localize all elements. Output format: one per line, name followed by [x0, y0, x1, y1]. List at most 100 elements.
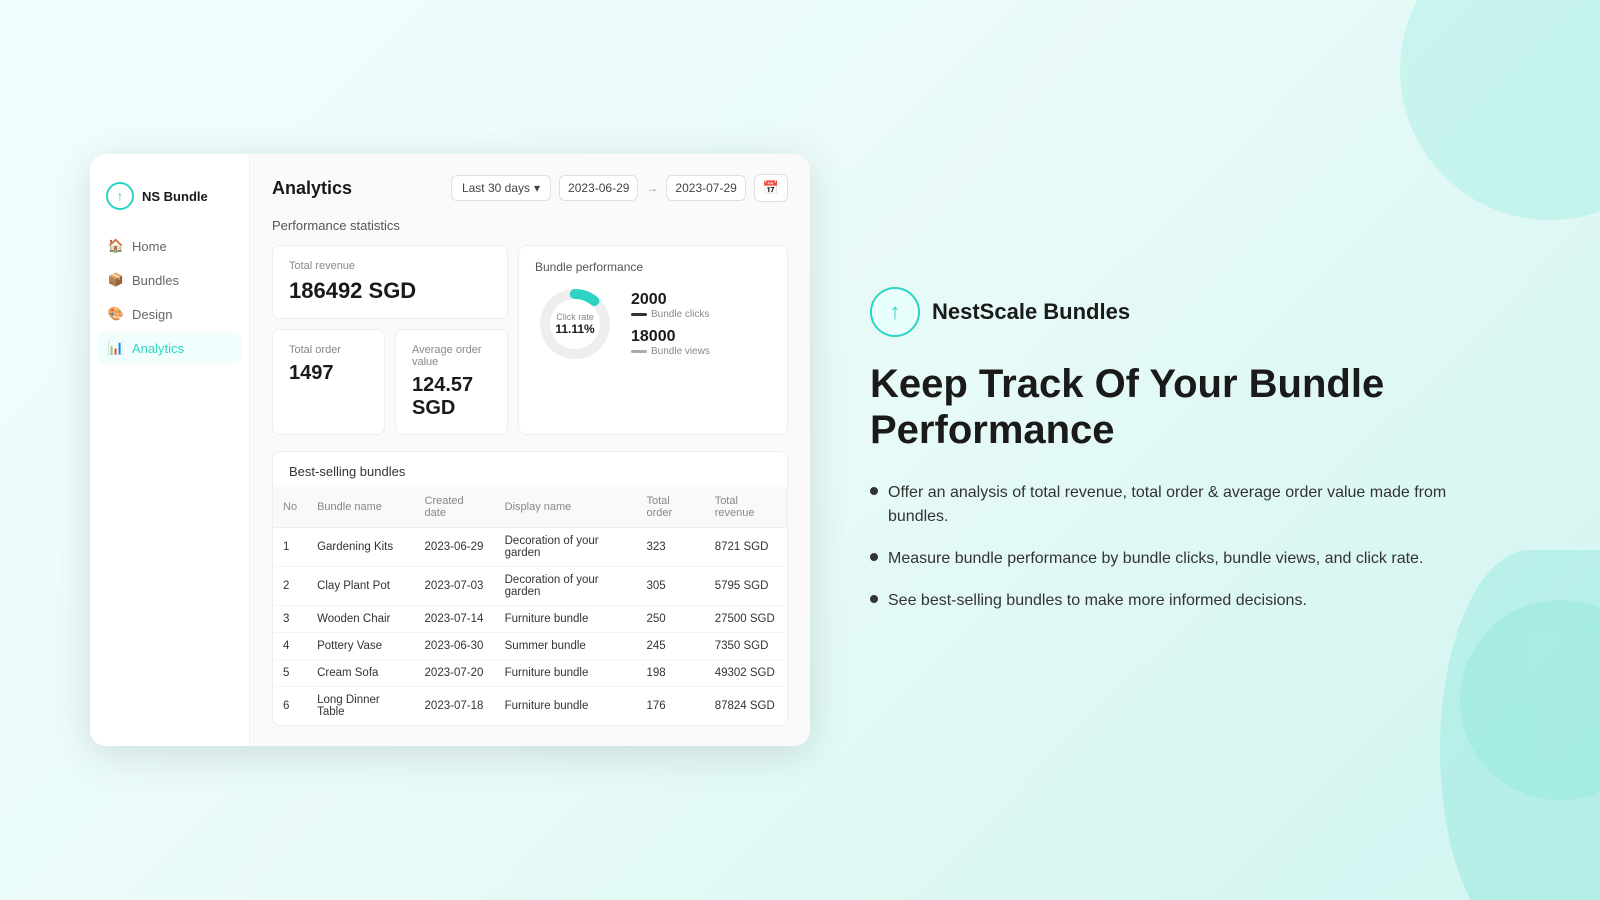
- table-body: 1 Gardening Kits 2023-06-29 Decoration o…: [273, 528, 787, 726]
- sidebar-item-bundles[interactable]: 📦 Bundles: [98, 264, 241, 296]
- bullet-text-1: Offer an analysis of total revenue, tota…: [888, 481, 1510, 529]
- total-revenue-label: Total revenue: [289, 260, 491, 272]
- analytics-icon: 📊: [108, 340, 124, 356]
- cell-total-order: 305: [636, 567, 704, 606]
- bullet-text-2: Measure bundle performance by bundle cli…: [888, 547, 1423, 571]
- date-separator: →: [646, 181, 658, 195]
- sidebar: ↑ NS Bundle 🏠 Home 📦 Bundles 🎨 Design 📊: [90, 154, 250, 746]
- bullet-item-3: See best-selling bundles to make more in…: [870, 589, 1510, 613]
- sidebar-item-home[interactable]: 🏠 Home: [98, 230, 241, 262]
- sidebar-item-design[interactable]: 🎨 Design: [98, 298, 241, 330]
- click-rate-value: 11.11%: [555, 322, 594, 336]
- table-header-row: No Bundle name Created date Display name…: [273, 487, 787, 528]
- cell-total-order: 198: [636, 660, 704, 687]
- cell-created-date: 2023-07-03: [415, 567, 495, 606]
- sidebar-item-analytics[interactable]: 📊 Analytics: [98, 332, 241, 364]
- bullet-text-3: See best-selling bundles to make more in…: [888, 589, 1307, 613]
- col-no: No: [273, 487, 307, 528]
- date-start-input[interactable]: 2023-06-29: [559, 175, 638, 201]
- avg-order-value: 124.57 SGD: [412, 374, 491, 420]
- home-icon: 🏠: [108, 238, 124, 254]
- app-logo: ↑ NS Bundle: [90, 174, 249, 230]
- cell-display-name: Furniture bundle: [495, 606, 637, 633]
- cell-created-date: 2023-06-30: [415, 633, 495, 660]
- cell-no: 5: [273, 660, 307, 687]
- small-stats-row: Total order 1497 Average order value 124…: [272, 329, 508, 435]
- cell-total-revenue: 5795 SGD: [705, 567, 787, 606]
- bullet-dot-2: [870, 553, 878, 561]
- cell-no: 4: [273, 633, 307, 660]
- marketing-bullets: Offer an analysis of total revenue, tota…: [870, 481, 1510, 613]
- bundle-clicks-dot: [631, 313, 647, 316]
- date-controls: Last 30 days ▾ 2023-06-29 → 2023-07-29 📅: [451, 174, 788, 202]
- col-bundle-name: Bundle name: [307, 487, 414, 528]
- table-row: 5 Cream Sofa 2023-07-20 Furniture bundle…: [273, 660, 787, 687]
- cell-created-date: 2023-07-20: [415, 660, 495, 687]
- col-display-name: Display name: [495, 487, 637, 528]
- cell-no: 6: [273, 687, 307, 726]
- total-revenue-card: Total revenue 186492 SGD: [272, 245, 508, 319]
- cell-display-name: Furniture bundle: [495, 660, 637, 687]
- cell-total-revenue: 27500 SGD: [705, 606, 787, 633]
- app-name: NS Bundle: [142, 189, 208, 204]
- total-order-value: 1497: [289, 362, 368, 385]
- performance-section-title: Performance statistics: [272, 218, 788, 233]
- cell-bundle-name: Cream Sofa: [307, 660, 414, 687]
- donut-chart: Click rate 11.11%: [535, 284, 615, 364]
- bundles-icon: 📦: [108, 272, 124, 288]
- bullet-dot-1: [870, 487, 878, 495]
- stats-grid: Total revenue 186492 SGD Total order 149…: [272, 245, 788, 435]
- page-title: Analytics: [272, 178, 352, 199]
- sidebar-item-label-home: Home: [132, 239, 167, 254]
- bundle-metrics: 2000 Bundle clicks 18000 Bund: [631, 291, 710, 357]
- bullet-dot-3: [870, 595, 878, 603]
- calendar-icon[interactable]: 📅: [754, 174, 788, 202]
- cell-no: 2: [273, 567, 307, 606]
- total-order-label: Total order: [289, 344, 368, 356]
- bundle-perf-title: Bundle performance: [535, 260, 771, 274]
- brand-row: ↑ NestScale Bundles: [870, 287, 1510, 337]
- table-row: 2 Clay Plant Pot 2023-07-03 Decoration o…: [273, 567, 787, 606]
- cell-bundle-name: Long Dinner Table: [307, 687, 414, 726]
- date-range-button[interactable]: Last 30 days ▾: [451, 175, 551, 201]
- app-window: ↑ NS Bundle 🏠 Home 📦 Bundles 🎨 Design 📊: [90, 154, 810, 746]
- table-row: 6 Long Dinner Table 2023-07-18 Furniture…: [273, 687, 787, 726]
- bundle-views-label: Bundle views: [631, 346, 710, 357]
- col-total-revenue: Total revenue: [705, 487, 787, 528]
- bundle-performance-card: Bundle performance Click rate: [518, 245, 788, 435]
- marketing-heading: Keep Track Of Your Bundle Performance: [870, 361, 1510, 453]
- donut-center: Click rate 11.11%: [555, 312, 594, 336]
- total-revenue-value: 186492 SGD: [289, 278, 491, 304]
- click-rate-label: Click rate: [555, 312, 594, 322]
- marketing-panel: ↑ NestScale Bundles Keep Track Of Your B…: [870, 287, 1510, 613]
- cell-bundle-name: Pottery Vase: [307, 633, 414, 660]
- bundles-table: No Bundle name Created date Display name…: [273, 487, 787, 725]
- sidebar-item-label-design: Design: [132, 307, 172, 322]
- logo-icon: ↑: [106, 182, 134, 210]
- cell-total-order: 245: [636, 633, 704, 660]
- date-range-label: Last 30 days: [462, 181, 530, 195]
- table-row: 3 Wooden Chair 2023-07-14 Furniture bund…: [273, 606, 787, 633]
- table-row: 4 Pottery Vase 2023-06-30 Summer bundle …: [273, 633, 787, 660]
- col-total-order: Total order: [636, 487, 704, 528]
- sidebar-nav: 🏠 Home 📦 Bundles 🎨 Design 📊 Analytics: [90, 230, 249, 364]
- cell-display-name: Furniture bundle: [495, 687, 637, 726]
- avg-order-card: Average order value 124.57 SGD: [395, 329, 508, 435]
- best-selling-title: Best-selling bundles: [273, 452, 787, 487]
- cell-display-name: Decoration of your garden: [495, 528, 637, 567]
- cell-display-name: Decoration of your garden: [495, 567, 637, 606]
- cell-no: 1: [273, 528, 307, 567]
- cell-bundle-name: Wooden Chair: [307, 606, 414, 633]
- date-end-input[interactable]: 2023-07-29: [666, 175, 745, 201]
- total-order-card: Total order 1497: [272, 329, 385, 435]
- bundle-views-dot: [631, 350, 647, 353]
- bundle-clicks-value: 2000: [631, 291, 710, 309]
- best-selling-section: Best-selling bundles No Bundle name Crea…: [272, 451, 788, 726]
- cell-total-revenue: 87824 SGD: [705, 687, 787, 726]
- cell-total-order: 323: [636, 528, 704, 567]
- bundle-views-value: 18000: [631, 328, 710, 346]
- chevron-down-icon: ▾: [534, 181, 540, 195]
- cell-no: 3: [273, 606, 307, 633]
- analytics-header: Analytics Last 30 days ▾ 2023-06-29 → 20…: [272, 174, 788, 202]
- design-icon: 🎨: [108, 306, 124, 322]
